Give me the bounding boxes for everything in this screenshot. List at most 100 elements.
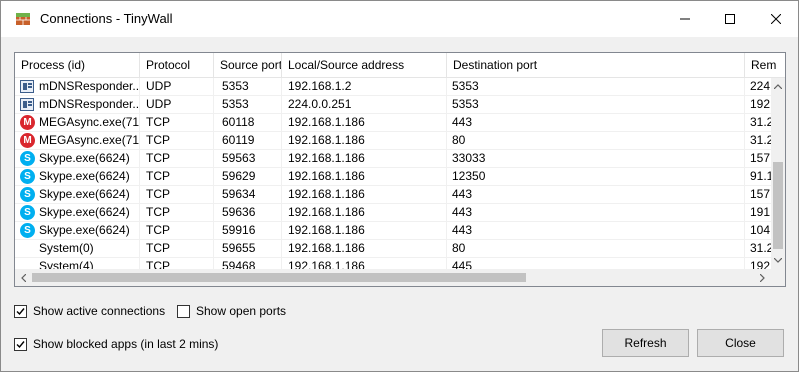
- table-row[interactable]: S Skype.exe(6624) TCP 59636 192.168.1.186 443…: [15, 204, 771, 222]
- window-title: Connections - TinyWall: [40, 11, 173, 26]
- mega-icon: M: [20, 133, 35, 148]
- process-cell: S Skype.exe(6624): [15, 222, 140, 239]
- horizontal-scroll-thumb[interactable]: [32, 273, 526, 282]
- source-port-cell: 59636: [214, 204, 282, 221]
- process-cell: mDNSResponder....: [15, 96, 140, 113]
- local-address-cell: 192.168.1.2: [282, 78, 447, 95]
- vertical-scrollbar[interactable]: [771, 78, 785, 269]
- show-blocked-apps-checkbox[interactable]: Show blocked apps (in last 2 mins): [14, 337, 218, 351]
- table-row[interactable]: M MEGAsync.exe(71... TCP 60118 192.168.1.186…: [15, 114, 773, 132]
- protocol-cell: UDP: [140, 78, 214, 95]
- destination-port-cell: 80: [447, 240, 745, 257]
- maximize-button[interactable]: [707, 1, 753, 37]
- checkmark-icon: [16, 307, 25, 315]
- source-port-cell: 5353: [214, 96, 282, 113]
- scroll-down-button[interactable]: [771, 252, 785, 269]
- connections-window: Connections - TinyWall Process (id) Prot…: [0, 0, 799, 372]
- protocol-cell: TCP: [140, 240, 214, 257]
- local-address-cell: 192.168.1.186: [282, 132, 447, 149]
- checkbox-box[interactable]: [177, 304, 190, 318]
- process-cell: M MEGAsync.exe(71...: [15, 132, 140, 149]
- process-name: Skype.exe(6624): [39, 187, 130, 201]
- destination-port-cell: 443: [447, 114, 745, 131]
- process-name: Skype.exe(6624): [39, 151, 130, 165]
- destination-port-cell: 443: [447, 204, 745, 221]
- source-port-cell: 59655: [214, 240, 282, 257]
- process-cell: M MEGAsync.exe(71...: [15, 114, 140, 131]
- column-header-destination-port[interactable]: Destination port: [447, 53, 745, 77]
- destination-port-cell: 33033: [447, 150, 745, 167]
- source-port-cell: 59916: [214, 222, 282, 239]
- protocol-cell: TCP: [140, 114, 214, 131]
- checkbox-label: Show active connections: [33, 304, 166, 318]
- maximize-icon: [725, 14, 735, 24]
- local-address-cell: 192.168.1.186: [282, 204, 447, 221]
- source-port-cell: 5353: [214, 78, 282, 95]
- table-row[interactable]: S Skype.exe(6624) TCP 59916 192.168.1.186 443…: [15, 222, 771, 240]
- connections-table[interactable]: Process (id) Protocol Source port Local/…: [14, 52, 786, 287]
- table-row[interactable]: S Skype.exe(6624) TCP 59629 192.168.1.186 123…: [15, 168, 773, 186]
- column-header-protocol[interactable]: Protocol: [140, 53, 214, 77]
- horizontal-scrollbar[interactable]: [15, 269, 771, 286]
- table-row[interactable]: S Skype.exe(6624) TCP 59563 192.168.1.186 330…: [15, 150, 771, 168]
- vertical-scroll-thumb[interactable]: [773, 162, 783, 249]
- local-address-cell: 192.168.1.186: [282, 150, 447, 167]
- process-cell: S Skype.exe(6624): [15, 168, 140, 185]
- source-port-cell: 60118: [214, 114, 282, 131]
- table-row[interactable]: mDNSResponder.... UDP 5353 192.168.1.2 5353 2…: [15, 78, 771, 96]
- refresh-button[interactable]: Refresh: [602, 329, 689, 357]
- protocol-cell: TCP: [140, 150, 214, 167]
- table-row[interactable]: M MEGAsync.exe(71... TCP 60119 192.168.1.186…: [15, 132, 773, 150]
- process-cell: S Skype.exe(6624): [15, 186, 140, 203]
- close-window-button[interactable]: [753, 1, 799, 37]
- table-body: mDNSResponder.... UDP 5353 192.168.1.2 5353 2…: [15, 78, 773, 276]
- checkbox-label: Show open ports: [196, 304, 287, 318]
- local-address-cell: 192.168.1.186: [282, 168, 447, 185]
- protocol-cell: TCP: [140, 204, 214, 221]
- checkbox-box[interactable]: [14, 337, 27, 351]
- protocol-cell: UDP: [140, 96, 214, 113]
- scroll-right-button[interactable]: [754, 269, 771, 286]
- title-bar[interactable]: Connections - TinyWall: [1, 1, 798, 37]
- process-name: Skype.exe(6624): [39, 223, 130, 237]
- show-open-ports-checkbox[interactable]: Show open ports: [177, 304, 286, 318]
- show-active-connections-checkbox[interactable]: Show active connections: [14, 304, 165, 318]
- process-name: mDNSResponder....: [39, 97, 140, 111]
- destination-port-cell: 443: [447, 186, 745, 203]
- chevron-right-icon: [760, 273, 765, 282]
- checkbox-box[interactable]: [14, 304, 27, 318]
- column-header-source-port[interactable]: Source port: [214, 53, 282, 77]
- source-port-cell: 60119: [214, 132, 282, 149]
- application-icon: [20, 98, 34, 111]
- checkmark-icon: [16, 340, 25, 348]
- chevron-left-icon: [21, 273, 26, 282]
- process-name: MEGAsync.exe(71...: [39, 115, 140, 129]
- column-header-local-address[interactable]: Local/Source address: [282, 53, 447, 77]
- chevron-up-icon: [774, 84, 782, 89]
- scroll-left-button[interactable]: [15, 269, 32, 286]
- table-row[interactable]: mDNSResponder.... UDP 5353 224.0.0.251 5353 1…: [15, 96, 771, 114]
- destination-port-cell: 12350: [447, 168, 745, 185]
- tinywall-app-icon: [16, 13, 30, 25]
- skype-icon: S: [20, 187, 35, 202]
- scroll-up-button[interactable]: [771, 78, 785, 95]
- destination-port-cell: 5353: [447, 78, 745, 95]
- minimize-icon: [680, 18, 690, 20]
- process-name: MEGAsync.exe(71...: [39, 133, 140, 147]
- protocol-cell: TCP: [140, 168, 214, 185]
- process-name: System(0): [39, 241, 94, 255]
- process-cell: mDNSResponder....: [15, 78, 140, 95]
- local-address-cell: 224.0.0.251: [282, 96, 447, 113]
- protocol-cell: TCP: [140, 132, 214, 149]
- minimize-button[interactable]: [662, 1, 708, 37]
- protocol-cell: TCP: [140, 222, 214, 239]
- process-cell: S Skype.exe(6624): [15, 204, 140, 221]
- close-button[interactable]: Close: [697, 329, 784, 357]
- source-port-cell: 59563: [214, 150, 282, 167]
- application-icon: [20, 80, 34, 93]
- local-address-cell: 192.168.1.186: [282, 222, 447, 239]
- column-header-process[interactable]: Process (id): [15, 53, 140, 77]
- table-row[interactable]: System(0) TCP 59655 192.168.1.186 80 31.2: [15, 240, 773, 258]
- table-row[interactable]: S Skype.exe(6624) TCP 59634 192.168.1.186 443…: [15, 186, 771, 204]
- column-header-remote[interactable]: Rem: [745, 53, 785, 77]
